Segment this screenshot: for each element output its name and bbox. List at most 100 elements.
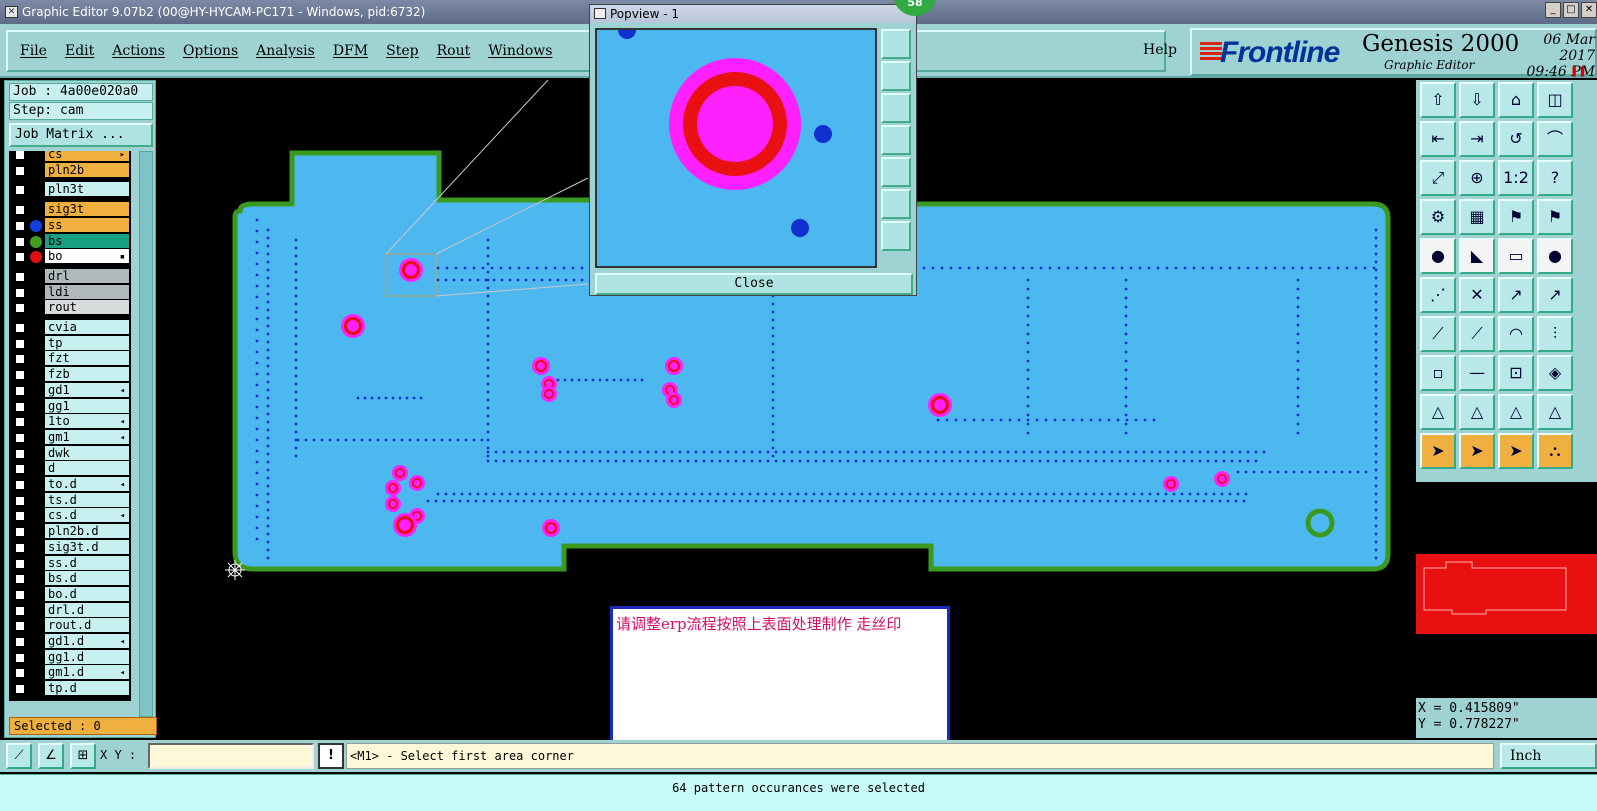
layer-row-bs[interactable]: bs bbox=[9, 233, 131, 249]
layer-row-ss[interactable]: ss bbox=[9, 217, 131, 233]
unit-selector[interactable]: Inch bbox=[1500, 743, 1597, 769]
menu-edit[interactable]: Edit bbox=[65, 43, 94, 59]
layer-row-bo[interactable]: bo ▪ bbox=[9, 249, 131, 264]
popview-zoom-in-icon[interactable] bbox=[881, 29, 911, 59]
tool-button-32-icon[interactable]: ◈ bbox=[1537, 355, 1573, 391]
layer-name[interactable]: fzb bbox=[45, 367, 129, 382]
layer-name[interactable]: sig3t bbox=[45, 202, 129, 217]
tool-button-23-icon[interactable]: ↗ bbox=[1498, 277, 1534, 313]
tool-button-38-icon[interactable]: ➤ bbox=[1459, 433, 1495, 469]
layer-name[interactable]: ss bbox=[45, 217, 129, 232]
menu-analysis[interactable]: Analysis bbox=[256, 43, 315, 59]
layer-checkbox[interactable] bbox=[15, 236, 25, 247]
layer-name[interactable]: pln3t bbox=[45, 182, 129, 197]
layer-checkbox[interactable] bbox=[15, 495, 25, 506]
layer-name[interactable]: to.d ◂ bbox=[45, 477, 129, 491]
tool-button-7-icon[interactable]: ↺ bbox=[1498, 121, 1534, 157]
menu-file[interactable]: File bbox=[20, 43, 47, 59]
tool-button-30-icon[interactable]: — bbox=[1459, 355, 1495, 391]
tool-button-10-icon[interactable]: ⊕ bbox=[1459, 160, 1495, 196]
layer-checkbox[interactable] bbox=[15, 417, 25, 428]
layer-name[interactable]: bo.d bbox=[45, 586, 129, 601]
help-menu[interactable]: Help bbox=[1143, 42, 1177, 58]
menu-step[interactable]: Step bbox=[386, 43, 418, 59]
layer-row-cs.d[interactable]: cs.d ◂ bbox=[9, 508, 131, 523]
layer-checkbox[interactable] bbox=[15, 448, 25, 459]
layer-name[interactable]: ts.d bbox=[45, 492, 129, 507]
layer-row-tp.d[interactable]: tp.d bbox=[9, 681, 131, 696]
tool-button-16-icon[interactable]: ⚑ bbox=[1537, 199, 1573, 235]
tool-button-26-icon[interactable]: ⟋ bbox=[1459, 316, 1495, 352]
layer-checkbox[interactable] bbox=[15, 684, 25, 695]
layer-row-bs.d[interactable]: bs.d bbox=[9, 571, 131, 586]
layer-checkbox[interactable] bbox=[15, 271, 25, 282]
layer-display-dot[interactable] bbox=[30, 219, 42, 232]
tool-button-33-icon[interactable]: △ bbox=[1420, 394, 1456, 430]
popview-window[interactable]: Popview - 1 Close bbox=[589, 4, 917, 296]
job-matrix-button[interactable]: Job Matrix ... bbox=[9, 123, 153, 147]
tool-button-1-icon[interactable]: ⇧ bbox=[1420, 82, 1456, 118]
xy-input[interactable] bbox=[148, 743, 314, 769]
tool-button-18-icon[interactable]: ◣ bbox=[1459, 238, 1495, 274]
layer-checkbox[interactable] bbox=[15, 574, 25, 585]
layer-checkbox[interactable] bbox=[15, 287, 25, 298]
layer-checkbox[interactable] bbox=[15, 323, 25, 333]
layer-display-dot[interactable] bbox=[30, 251, 42, 264]
layer-scrollbar[interactable] bbox=[139, 151, 153, 717]
popview-pan-down-icon[interactable] bbox=[881, 93, 911, 123]
tool-button-15-icon[interactable]: ⚑ bbox=[1498, 199, 1534, 235]
layer-name[interactable]: cs.d ◂ bbox=[45, 508, 129, 523]
layer-name[interactable]: ss.d bbox=[45, 555, 129, 570]
layer-checkbox[interactable] bbox=[15, 338, 25, 349]
layer-name[interactable]: cvia bbox=[45, 320, 129, 334]
layer-row-gg1[interactable]: gg1 bbox=[9, 398, 131, 414]
layer-row-rout[interactable]: rout bbox=[9, 300, 131, 315]
layer-checkbox[interactable] bbox=[15, 185, 25, 196]
layer-name[interactable]: gg1.d bbox=[45, 649, 129, 664]
popview-zoom-view[interactable] bbox=[595, 28, 877, 268]
layer-row-gd1[interactable]: gd1 ◂ bbox=[9, 382, 131, 398]
tool-button-24-icon[interactable]: ↗ bbox=[1537, 277, 1573, 313]
tool-button-13-icon[interactable]: ⚙ bbox=[1420, 199, 1456, 235]
tool-button-29-icon[interactable]: ▫ bbox=[1420, 355, 1456, 391]
layer-row-gg1.d[interactable]: gg1.d bbox=[9, 649, 131, 665]
layer-checkbox[interactable] bbox=[15, 511, 25, 522]
layer-name[interactable]: bo ▪ bbox=[45, 249, 129, 264]
layer-checkbox[interactable] bbox=[15, 480, 25, 490]
layer-checkbox[interactable] bbox=[15, 165, 25, 176]
popview-pan-right-icon[interactable] bbox=[881, 157, 911, 187]
tool-button-12-icon[interactable]: ? bbox=[1537, 160, 1573, 196]
tool-button-6-icon[interactable]: ⇥ bbox=[1459, 121, 1495, 157]
tool-button-39-icon[interactable]: ➤ bbox=[1498, 433, 1534, 469]
layer-row-ts.d[interactable]: ts.d bbox=[9, 492, 131, 508]
layer-row-ss.d[interactable]: ss.d bbox=[9, 555, 131, 571]
overview-map[interactable] bbox=[1416, 480, 1597, 696]
layer-row-gm1.d[interactable]: gm1.d ◂ bbox=[9, 665, 131, 680]
tool-button-37-icon[interactable]: ➤ bbox=[1420, 433, 1456, 469]
popview-title-bar[interactable]: Popview - 1 bbox=[590, 5, 916, 23]
layer-row-gd1.d[interactable]: gd1.d ◂ bbox=[9, 634, 131, 649]
layer-name[interactable]: pln2b.d bbox=[45, 524, 129, 539]
layer-checkbox[interactable] bbox=[15, 652, 25, 663]
layer-name[interactable]: tp.d bbox=[45, 681, 129, 696]
layer-row-pln2b[interactable]: pln2b bbox=[9, 162, 131, 178]
tool-button-34-icon[interactable]: △ bbox=[1459, 394, 1495, 430]
popview-fit-icon[interactable] bbox=[881, 189, 911, 219]
menu-dfm[interactable]: DFM bbox=[333, 43, 368, 59]
popview-center-icon[interactable] bbox=[881, 221, 911, 251]
layer-name[interactable]: gm1.d ◂ bbox=[45, 665, 129, 680]
layer-name[interactable]: 1to ◂ bbox=[45, 414, 129, 429]
snap-icon[interactable]: ⟋ bbox=[6, 743, 32, 769]
layer-checkbox[interactable] bbox=[15, 151, 25, 160]
layer-row-rout.d[interactable]: rout.d bbox=[9, 618, 131, 633]
grid-icon[interactable]: ⊞ bbox=[70, 743, 96, 769]
tool-button-21-icon[interactable]: ⋰ bbox=[1420, 277, 1456, 313]
tool-button-2-icon[interactable]: ⇩ bbox=[1459, 82, 1495, 118]
layer-row-sig3t.d[interactable]: sig3t.d bbox=[9, 539, 131, 555]
layer-row-cs[interactable]: cs ▸ bbox=[9, 151, 131, 162]
tool-button-14-icon[interactable]: ▦ bbox=[1459, 199, 1495, 235]
layer-checkbox[interactable] bbox=[15, 542, 25, 553]
layer-checkbox[interactable] bbox=[15, 637, 25, 647]
tool-button-36-icon[interactable]: △ bbox=[1537, 394, 1573, 430]
layer-name[interactable]: rout.d bbox=[45, 618, 129, 633]
